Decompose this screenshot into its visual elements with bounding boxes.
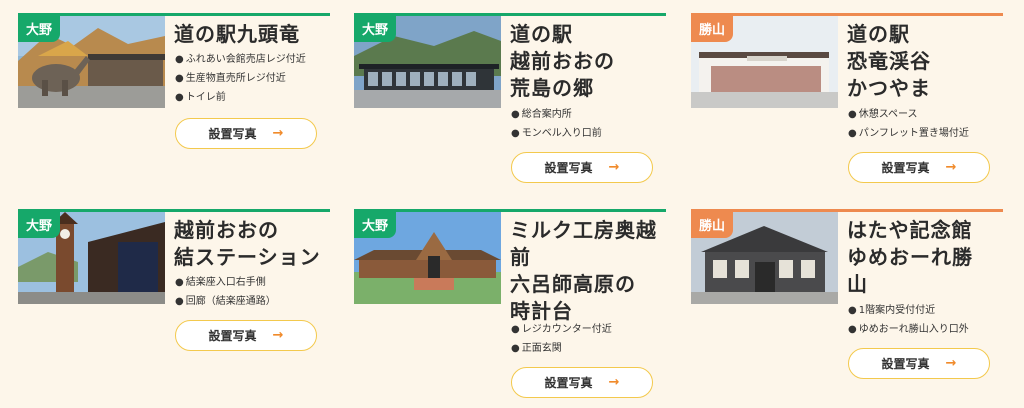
photo-button[interactable]: 設置写真 → [511,152,653,183]
location-item: 総合案内所 [511,105,602,124]
button-label: 設置写真 [544,376,593,390]
photo-button[interactable]: 設置写真 → [511,367,653,398]
arrow-right-icon: → [272,126,284,141]
location-item: 回廊（結楽座通路） [175,292,276,311]
area-badge: 勝山 [691,16,734,42]
spot-photo: 勝山 [691,16,838,108]
location-item: パンフレット置き場付近 [848,124,969,143]
spot-photo: 大野 [354,212,501,304]
location-item: 正面玄関 [511,339,612,358]
arrow-right-icon: → [945,160,957,175]
arrow-right-icon: → [608,375,620,390]
photo-button[interactable]: 設置写真 → [175,118,317,149]
spot-title: はたや記念館 ゆめおーれ勝 山 [847,218,973,296]
spot-photo: 大野 [354,16,501,108]
location-list: 結楽座入口右手側 回廊（結楽座通路） [175,273,276,311]
area-badge: 勝山 [691,212,734,238]
spot-title: ミルク工房奥越 前 六呂師高原の 時計台 [510,218,657,323]
area-badge: 大野 [18,212,61,238]
location-item: レジカウンター付近 [511,320,612,339]
spot-title: 道の駅九頭竜 [174,22,300,46]
location-item: ふれあい会館売店レジ付近 [175,50,306,69]
spot-title: 道の駅 恐竜渓谷 かつやま [847,22,931,100]
location-item: 休憩スペース [848,105,969,124]
spot-title: 越前おおの 結ステーション [174,218,321,269]
spot-photo: 大野 [18,212,165,304]
location-item: 1階案内受付付近 [848,301,969,320]
area-badge: 大野 [354,212,397,238]
location-item: 生産物直売所レジ付近 [175,69,306,88]
photo-button[interactable]: 設置写真 → [848,152,990,183]
photo-button[interactable]: 設置写真 → [175,320,317,351]
button-label: 設置写真 [208,329,257,343]
button-label: 設置写真 [881,161,930,175]
location-item: ゆめおーれ勝山入り口外 [848,320,969,339]
arrow-right-icon: → [945,356,957,371]
photo-button[interactable]: 設置写真 → [848,348,990,379]
location-item: モンベル入り口前 [511,124,602,143]
location-list: 総合案内所 モンベル入り口前 [511,105,602,143]
location-list: 1階案内受付付近 ゆめおーれ勝山入り口外 [848,301,969,339]
area-badge: 大野 [18,16,61,42]
button-label: 設置写真 [881,357,930,371]
spot-photo: 大野 [18,16,165,108]
button-label: 設置写真 [208,127,257,141]
location-list: レジカウンター付近 正面玄関 [511,320,612,358]
location-item: トイレ前 [175,88,306,107]
spot-photo: 勝山 [691,212,838,304]
location-list: ふれあい会館売店レジ付近 生産物直売所レジ付近 トイレ前 [175,50,306,107]
location-item: 結楽座入口右手側 [175,273,276,292]
area-badge: 大野 [354,16,397,42]
spot-title: 道の駅 越前おおの 荒島の郷 [510,22,615,100]
location-list: 休憩スペース パンフレット置き場付近 [848,105,969,143]
arrow-right-icon: → [272,328,284,343]
arrow-right-icon: → [608,160,620,175]
button-label: 設置写真 [544,161,593,175]
